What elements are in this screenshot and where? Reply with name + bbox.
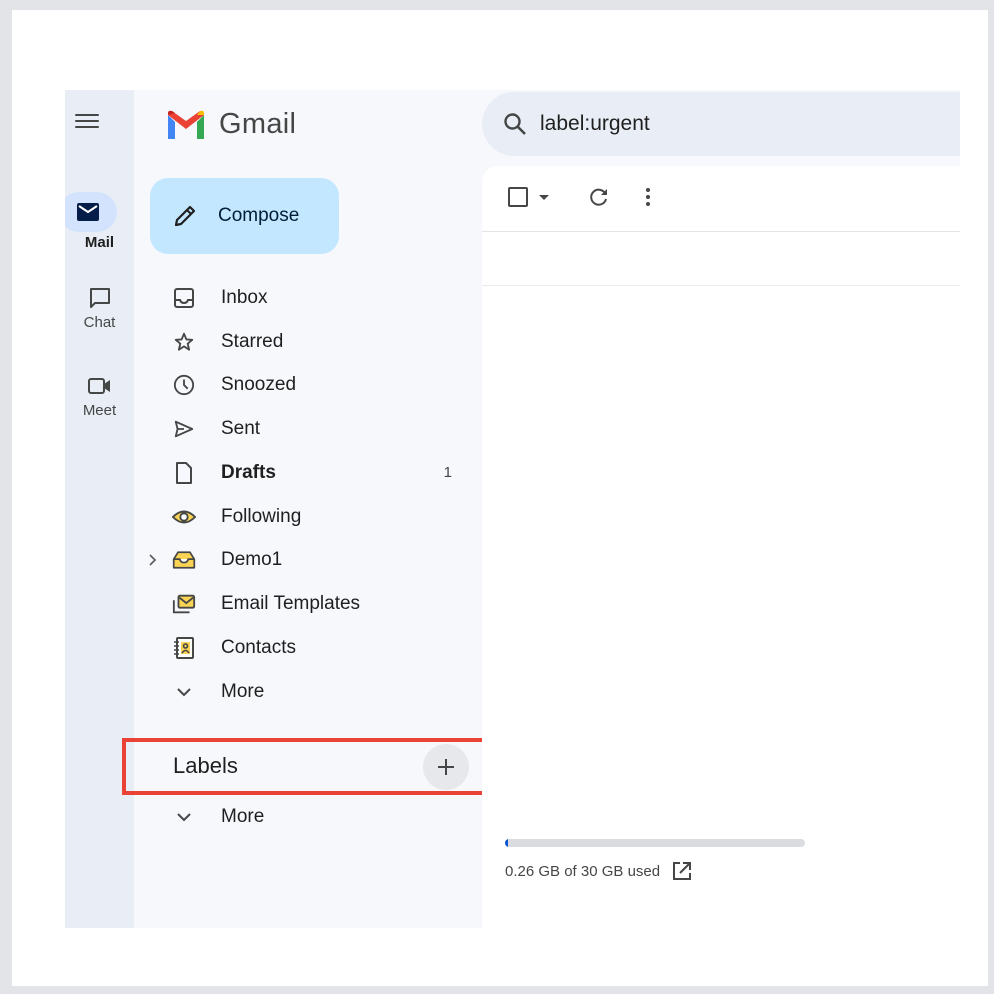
nav-item-starred[interactable]: Starred	[150, 320, 470, 364]
rail-label-chat: Chat	[83, 314, 116, 331]
nav-label: Snoozed	[221, 374, 297, 396]
more-vert-icon	[646, 188, 650, 206]
nav-label: Sent	[221, 418, 261, 440]
gmail-logo-icon	[168, 110, 204, 139]
nav-item-following[interactable]: Following	[150, 495, 470, 539]
storage-info: 0.26 GB of 30 GB used	[505, 839, 805, 881]
search-bar[interactable]	[482, 92, 960, 156]
labels-more-item[interactable]: More	[150, 795, 470, 839]
drafts-count: 1	[443, 464, 452, 482]
chat-icon	[89, 288, 110, 308]
compose-button[interactable]: Compose	[150, 178, 339, 254]
nav-item-more[interactable]: More	[150, 670, 470, 714]
send-icon	[172, 417, 196, 441]
nav-item-contacts[interactable]: Contacts	[150, 626, 470, 670]
email-templates-icon	[172, 592, 196, 616]
star-icon	[172, 330, 196, 354]
nav-item-sent[interactable]: Sent	[150, 407, 470, 451]
refresh-button[interactable]	[588, 186, 610, 208]
nav-label: Demo1	[221, 549, 283, 571]
clock-icon	[172, 373, 196, 397]
labels-title: Labels	[173, 753, 238, 778]
main-panel: 0.26 GB of 30 GB used	[482, 166, 960, 928]
storage-text: 0.26 GB of 30 GB used	[505, 862, 661, 880]
gmail-window: Mail Chat Meet Gmail Compose Inbox Starr…	[65, 90, 960, 928]
nav-item-snoozed[interactable]: Snoozed	[150, 364, 470, 408]
nav-label: Following	[221, 505, 302, 527]
nav-label: Contacts	[221, 636, 296, 658]
rail-label-mail: Mail	[84, 234, 115, 251]
caret-down-icon	[539, 195, 549, 200]
create-label-button[interactable]	[423, 744, 469, 790]
checkbox-icon	[508, 187, 528, 207]
storage-bar-fill	[505, 839, 508, 847]
labels-more-label: More	[221, 805, 265, 827]
nav-item-inbox[interactable]: Inbox	[150, 276, 470, 320]
nav-label: Starred	[221, 330, 284, 352]
rail-item-mail[interactable]: Mail	[65, 192, 134, 251]
search-input[interactable]	[540, 112, 920, 136]
nav-item-drafts[interactable]: Drafts 1	[150, 451, 470, 495]
search-icon[interactable]	[502, 111, 528, 137]
chevron-right-icon[interactable]	[147, 551, 159, 569]
compose-label: Compose	[218, 205, 300, 226]
pencil-icon	[174, 205, 196, 227]
nav-label: More	[221, 680, 265, 702]
main-menu-icon[interactable]	[75, 110, 99, 134]
contacts-icon	[172, 636, 196, 660]
nav-list: Inbox Starred Snoozed Sent Drafts 1 Foll…	[147, 276, 470, 714]
labels-header: Labels	[130, 742, 495, 791]
mail-toolbar	[482, 166, 960, 232]
mail-icon	[77, 203, 99, 221]
gmail-logo[interactable]: Gmail	[165, 108, 296, 141]
chevron-down-icon	[172, 680, 196, 704]
labels-more-list: More	[150, 795, 470, 839]
app-title: Gmail	[219, 108, 297, 140]
draft-icon	[172, 461, 196, 485]
rail-item-meet[interactable]: Meet	[65, 372, 134, 419]
video-icon	[87, 378, 110, 394]
select-all-checkbox[interactable]	[507, 186, 529, 208]
page-card: Mail Chat Meet Gmail Compose Inbox Starr…	[12, 10, 988, 986]
chevron-down-icon	[172, 805, 196, 829]
app-rail: Mail Chat Meet	[65, 90, 134, 928]
rail-label-meet: Meet	[82, 402, 117, 419]
more-options-button[interactable]	[645, 186, 651, 208]
eye-icon	[172, 505, 196, 529]
plus-icon	[438, 759, 454, 775]
nav-item-demo1[interactable]: Demo1	[147, 539, 470, 583]
nav-label: Inbox	[221, 286, 268, 308]
list-divider	[482, 285, 960, 286]
inbox-icon	[172, 286, 196, 310]
select-options-dropdown[interactable]	[538, 194, 550, 202]
rail-item-chat[interactable]: Chat	[65, 284, 134, 331]
tray-icon	[172, 548, 196, 572]
refresh-icon	[590, 188, 607, 206]
nav-label: Drafts	[221, 461, 276, 483]
nav-item-email-templates[interactable]: Email Templates	[150, 582, 470, 626]
storage-bar	[505, 839, 805, 847]
external-link-icon[interactable]	[672, 861, 692, 881]
nav-label: Email Templates	[221, 593, 361, 615]
